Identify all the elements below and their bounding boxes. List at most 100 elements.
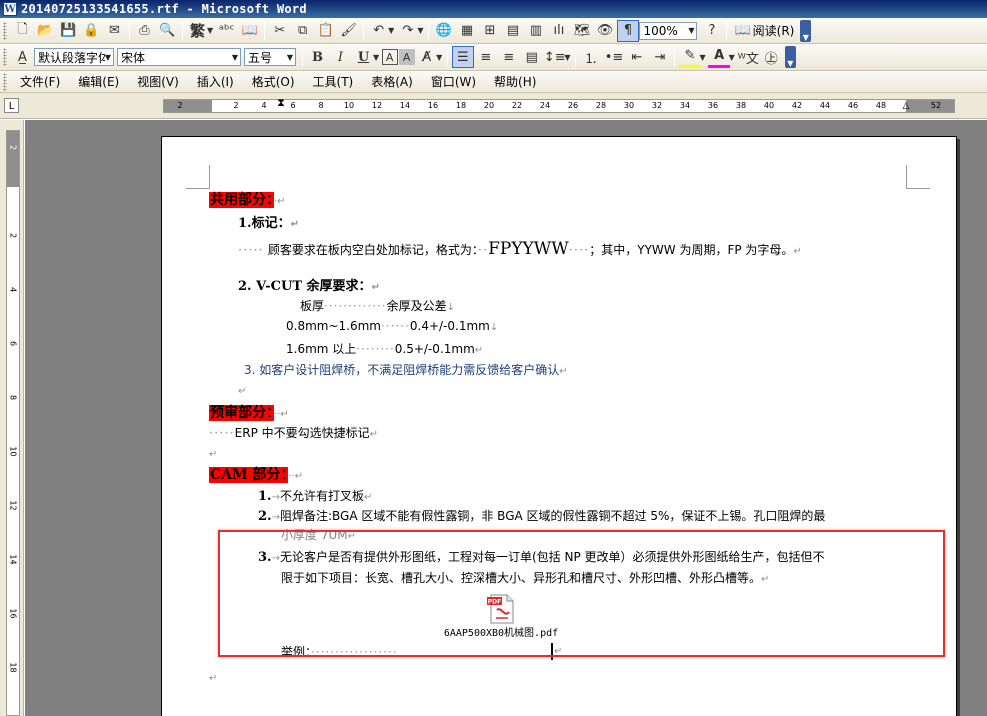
email-icon[interactable]: ✉ bbox=[104, 20, 126, 42]
chevron-down-icon[interactable]: ▼ bbox=[105, 53, 111, 62]
chevron-down-icon[interactable]: ▼ bbox=[373, 53, 379, 62]
styles-formatting-icon[interactable]: A̲ bbox=[12, 46, 34, 68]
menu-edit[interactable]: 编辑(E) bbox=[69, 72, 128, 92]
document-canvas[interactable]: 共用部分：·↵ 1.标记：↵ ····· 顾客要求在板内空白处加标记，格式为：·… bbox=[25, 120, 987, 716]
chevron-down-icon[interactable]: ▼ bbox=[564, 53, 570, 62]
word-app-icon[interactable]: W bbox=[3, 2, 17, 16]
chevron-down-icon[interactable]: ▼ bbox=[417, 26, 423, 35]
menu-format[interactable]: 格式(O) bbox=[243, 72, 304, 92]
list-item: 2.→阻焊备注:BGA 区域不能有假性露铜，非 BGA 区域的假性露铜不超过 5… bbox=[258, 509, 826, 524]
character-border-icon[interactable]: A bbox=[381, 49, 398, 65]
columns-icon[interactable]: ▥ bbox=[525, 20, 547, 42]
right-indent-marker[interactable]: △ bbox=[903, 101, 910, 112]
separator bbox=[264, 21, 266, 40]
chevron-down-icon[interactable]: ▼ bbox=[388, 26, 394, 35]
zoom-combo[interactable]: 100% ▼ bbox=[639, 21, 698, 40]
undo-icon[interactable]: ↶ bbox=[368, 20, 390, 42]
separator bbox=[302, 48, 303, 66]
document-map-icon[interactable]: 🗺 bbox=[571, 20, 593, 42]
phonetic-guide-icon[interactable]: ᵂ文 bbox=[737, 46, 759, 68]
toolbar-options-icon[interactable]: ▼ bbox=[800, 19, 812, 42]
insert-table-icon[interactable]: ⊞ bbox=[479, 20, 501, 42]
save-icon[interactable]: 💾 bbox=[58, 20, 80, 42]
chevron-down-icon[interactable]: ▼ bbox=[699, 53, 705, 62]
drawing-icon[interactable]: ılı bbox=[548, 20, 570, 42]
align-justify-icon[interactable]: ☰ bbox=[451, 46, 474, 68]
increase-indent-icon[interactable]: ⇥ bbox=[649, 46, 671, 68]
toolbar-grip[interactable] bbox=[3, 48, 7, 66]
format-painter-icon[interactable]: 🖌 bbox=[338, 20, 360, 42]
chevron-down-icon[interactable]: ▼ bbox=[207, 26, 213, 35]
font-color-icon[interactable]: A bbox=[708, 46, 731, 68]
style-combo[interactable]: 默认段落字体 ▼ bbox=[34, 48, 114, 66]
tables-borders-icon[interactable]: ▦ bbox=[456, 20, 478, 42]
chevron-down-icon[interactable]: ▼ bbox=[232, 53, 238, 62]
vertical-ruler[interactable]: 2 2 4 6 8 10 12 14 16 18 20 bbox=[6, 130, 20, 716]
menu-tools[interactable]: 工具(T) bbox=[304, 72, 363, 92]
enclose-characters-icon[interactable]: ㊤ bbox=[760, 46, 782, 68]
ruler-number: 26 bbox=[567, 101, 579, 110]
book-icon: 📖 bbox=[734, 23, 751, 38]
tab-selector-icon[interactable]: L bbox=[4, 98, 19, 113]
research-icon[interactable]: 📖 bbox=[239, 20, 261, 42]
ruler-top-margin bbox=[7, 131, 19, 187]
highlight-icon[interactable]: ✎ bbox=[678, 46, 701, 68]
hyperlink-icon[interactable]: 🌐 bbox=[433, 20, 455, 42]
chevron-down-icon[interactable]: ▼ bbox=[287, 53, 293, 62]
menu-help[interactable]: 帮助(H) bbox=[485, 72, 545, 92]
toolbar-grip[interactable] bbox=[3, 21, 7, 40]
horizontal-ruler[interactable]: 2 2 4 6 8 10 12 14 16 18 20 22 24 26 28 … bbox=[163, 97, 955, 113]
underline-icon[interactable]: U bbox=[353, 46, 375, 68]
redo-icon[interactable]: ↷ bbox=[397, 20, 419, 42]
copy-icon[interactable]: ⧉ bbox=[292, 20, 314, 42]
menu-insert[interactable]: 插入(I) bbox=[188, 72, 243, 92]
menu-file[interactable]: 文件(F) bbox=[11, 72, 69, 92]
character-shading-icon[interactable]: A bbox=[398, 49, 415, 65]
bullets-icon[interactable]: •≡ bbox=[603, 46, 625, 68]
reading-icon[interactable]: 👁 bbox=[594, 20, 616, 42]
ruler-number: 8 bbox=[8, 394, 18, 401]
print-icon[interactable]: ⎙ bbox=[134, 20, 156, 42]
ruler-number: 12 bbox=[8, 500, 18, 511]
line-spacing-icon[interactable]: ↕≡ bbox=[544, 46, 566, 68]
menu-grip[interactable] bbox=[3, 72, 7, 91]
read-mode-button[interactable]: 📖 阅读(R) bbox=[730, 20, 798, 42]
align-center-icon[interactable]: ≡ bbox=[475, 46, 497, 68]
permission-icon[interactable]: 🔒 bbox=[81, 20, 103, 42]
bold-icon[interactable]: B bbox=[307, 46, 329, 68]
font-combo[interactable]: 宋体 ▼ bbox=[117, 48, 241, 66]
document-page[interactable]: 共用部分：·↵ 1.标记：↵ ····· 顾客要求在板内空白处加标记，格式为：·… bbox=[161, 136, 957, 716]
distributed-icon[interactable]: ▤ bbox=[521, 46, 543, 68]
traditional-chinese-button[interactable]: 繁 bbox=[187, 20, 209, 42]
table-row: 1.6mm 以上········0.5+/-0.1mm↵ bbox=[286, 342, 484, 356]
italic-icon[interactable]: I bbox=[330, 46, 352, 68]
help-icon[interactable]: ? bbox=[701, 20, 723, 42]
align-right-icon[interactable]: ≡ bbox=[498, 46, 520, 68]
ruler-number: 6 bbox=[8, 340, 18, 347]
character-scaling-icon[interactable]: A̸ bbox=[416, 46, 438, 68]
decrease-indent-icon[interactable]: ⇤ bbox=[626, 46, 648, 68]
toolbar-options-icon[interactable]: ▼ bbox=[784, 46, 796, 68]
cut-icon[interactable]: ✂ bbox=[269, 20, 291, 42]
ruler-number: 4 bbox=[8, 286, 18, 293]
separator bbox=[447, 48, 449, 66]
chevron-down-icon[interactable]: ▼ bbox=[688, 26, 694, 35]
show-hide-paragraph-icon[interactable]: ¶ bbox=[616, 19, 639, 42]
menu-view[interactable]: 视图(V) bbox=[128, 72, 188, 92]
ruler-number: 2 bbox=[177, 101, 183, 110]
row1-thickness: 0.8mm~1.6mm bbox=[286, 319, 381, 333]
numbering-icon[interactable]: ⒈ bbox=[580, 46, 602, 68]
new-document-icon[interactable]: 🗋 bbox=[12, 20, 34, 42]
spelling-icon[interactable]: ᵃᵇᶜ bbox=[216, 20, 238, 42]
chevron-down-icon[interactable]: ▼ bbox=[436, 53, 442, 62]
first-line-indent-marker[interactable]: ⧗ bbox=[277, 97, 285, 108]
insert-excel-icon[interactable]: ▤ bbox=[502, 20, 524, 42]
separator bbox=[363, 21, 365, 40]
chevron-down-icon[interactable]: ▼ bbox=[729, 53, 735, 62]
open-folder-icon[interactable]: 📂 bbox=[35, 20, 57, 42]
paste-icon[interactable]: 📋 bbox=[315, 20, 337, 42]
font-size-combo[interactable]: 五号 ▼ bbox=[244, 48, 296, 66]
print-preview-icon[interactable]: 🔍 bbox=[157, 20, 179, 42]
menu-window[interactable]: 窗口(W) bbox=[422, 72, 485, 92]
menu-table[interactable]: 表格(A) bbox=[362, 72, 422, 92]
